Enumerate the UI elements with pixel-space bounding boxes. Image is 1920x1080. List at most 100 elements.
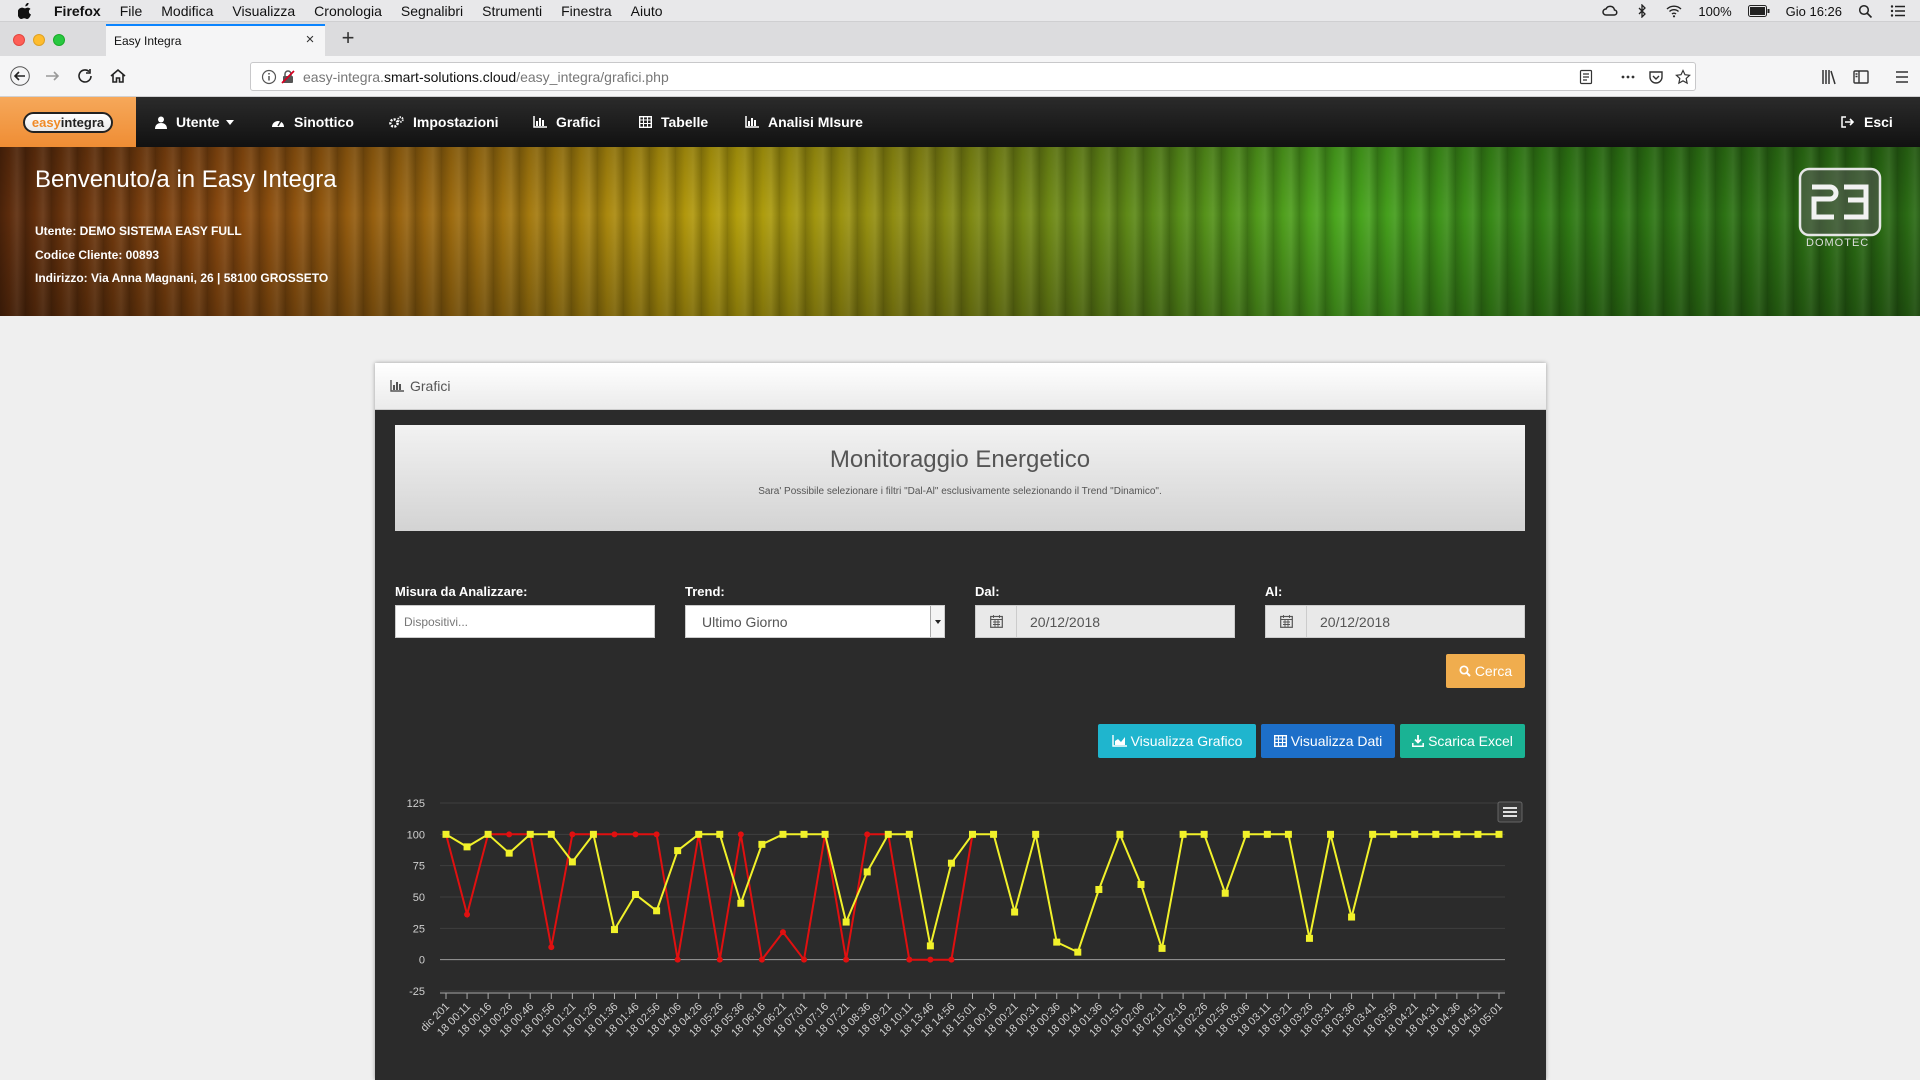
menu-visualizza[interactable]: Visualizza	[232, 3, 295, 19]
data-point[interactable]	[1095, 885, 1103, 893]
data-point[interactable]	[695, 830, 703, 838]
sidebar-toggle-icon[interactable]	[1852, 68, 1870, 86]
data-point[interactable]	[632, 831, 639, 838]
window-minimize-button[interactable]	[33, 34, 45, 46]
window-zoom-button[interactable]	[53, 34, 65, 46]
data-point[interactable]	[1305, 934, 1313, 942]
data-point[interactable]	[737, 831, 744, 838]
apple-icon[interactable]	[18, 0, 36, 22]
menu-modifica[interactable]: Modifica	[161, 3, 213, 19]
data-point[interactable]	[1053, 938, 1061, 946]
data-point[interactable]	[1137, 880, 1145, 888]
data-point[interactable]	[884, 830, 892, 838]
data-point[interactable]	[969, 830, 976, 838]
data-point[interactable]	[1074, 948, 1082, 956]
nav-sinottico[interactable]: Sinottico	[271, 97, 354, 147]
browser-tab-active[interactable]: Easy Integra ×	[106, 24, 325, 56]
data-point[interactable]	[589, 830, 597, 838]
data-point[interactable]	[568, 858, 576, 866]
data-point[interactable]	[653, 907, 661, 915]
visualizza-grafico-button[interactable]: Visualizza Grafico	[1098, 724, 1256, 758]
dal-date-input[interactable]: 20/12/2018	[975, 605, 1235, 638]
hamburger-menu-icon[interactable]	[1893, 68, 1911, 86]
data-point[interactable]	[1200, 830, 1208, 838]
data-point[interactable]	[464, 911, 471, 918]
battery-icon[interactable]	[1747, 5, 1770, 17]
nav-esci[interactable]: Esci	[1841, 97, 1893, 147]
data-point[interactable]	[1263, 830, 1271, 838]
clock[interactable]: Gio 16:26	[1786, 4, 1842, 19]
insecure-lock-icon[interactable]	[280, 69, 296, 85]
data-point[interactable]	[1011, 908, 1019, 916]
data-point[interactable]	[758, 840, 766, 848]
data-point[interactable]	[800, 830, 808, 838]
new-tab-button[interactable]: +	[336, 26, 360, 50]
data-point[interactable]	[674, 847, 682, 855]
chart-context-menu-button[interactable]	[1497, 801, 1523, 823]
tab-close-icon[interactable]: ×	[303, 32, 317, 47]
data-point[interactable]	[1453, 830, 1461, 838]
notification-center-icon[interactable]	[1890, 4, 1906, 18]
data-point[interactable]	[905, 830, 913, 838]
pocket-icon[interactable]	[1648, 69, 1664, 85]
data-point[interactable]	[863, 868, 871, 876]
back-button[interactable]	[8, 64, 32, 88]
data-point[interactable]	[610, 926, 618, 934]
reader-view-icon[interactable]	[1578, 69, 1594, 85]
trend-select[interactable]: Ultimo Giorno	[685, 605, 945, 638]
brand-logo[interactable]: easyintegra	[0, 97, 136, 147]
page-actions-icon[interactable]	[1620, 69, 1636, 85]
menu-cronologia[interactable]: Cronologia	[314, 3, 382, 19]
data-point[interactable]	[1284, 830, 1292, 838]
nav-tabelle[interactable]: Tabelle	[639, 97, 708, 147]
menu-aiuto[interactable]: Aiuto	[631, 3, 663, 19]
library-icon[interactable]	[1820, 68, 1838, 86]
data-point[interactable]	[927, 956, 934, 963]
window-close-button[interactable]	[13, 34, 25, 46]
menu-strumenti[interactable]: Strumenti	[482, 3, 542, 19]
scarica-excel-button[interactable]: Scarica Excel	[1400, 724, 1525, 758]
wifi-icon[interactable]	[1666, 4, 1682, 18]
data-point[interactable]	[1390, 830, 1398, 838]
data-point[interactable]	[801, 956, 808, 963]
al-date-input[interactable]: 20/12/2018	[1265, 605, 1525, 638]
data-point[interactable]	[611, 831, 618, 838]
data-point[interactable]	[547, 830, 555, 838]
data-point[interactable]	[1474, 830, 1482, 838]
nav-grafici[interactable]: Grafici	[533, 97, 600, 147]
data-point[interactable]	[526, 830, 534, 838]
data-point[interactable]	[1221, 889, 1229, 897]
data-point[interactable]	[948, 956, 955, 963]
forward-button[interactable]	[40, 64, 64, 88]
nav-utente[interactable]: Utente	[155, 97, 234, 147]
data-point[interactable]	[1179, 830, 1187, 838]
misura-input[interactable]: Dispositivi...	[395, 605, 655, 638]
data-point[interactable]	[548, 944, 555, 951]
data-point[interactable]	[779, 929, 786, 936]
data-point[interactable]	[716, 830, 724, 838]
data-point[interactable]	[1116, 830, 1124, 838]
data-point[interactable]	[1432, 830, 1440, 838]
data-point[interactable]	[1032, 830, 1040, 838]
data-point[interactable]	[990, 830, 998, 838]
data-point[interactable]	[737, 899, 745, 907]
data-point[interactable]	[926, 942, 934, 950]
data-point[interactable]	[1495, 830, 1503, 838]
data-point[interactable]	[1411, 830, 1419, 838]
data-point[interactable]	[674, 956, 681, 963]
data-point[interactable]	[842, 918, 850, 926]
creative-cloud-icon[interactable]	[1602, 4, 1618, 18]
address-bar[interactable]: easy-integra.smart-solutions.cloud/easy_…	[250, 62, 1696, 91]
menu-firefox[interactable]: Firefox	[54, 3, 101, 19]
menu-segnalibri[interactable]: Segnalibri	[401, 3, 463, 19]
data-point[interactable]	[484, 830, 492, 838]
menu-file[interactable]: File	[120, 3, 143, 19]
data-point[interactable]	[821, 830, 829, 838]
data-point[interactable]	[463, 843, 471, 851]
nav-impostazioni[interactable]: Impostazioni	[389, 97, 499, 147]
data-point[interactable]	[906, 956, 913, 963]
home-button[interactable]	[106, 64, 130, 88]
data-point[interactable]	[653, 831, 660, 838]
data-point[interactable]	[1158, 944, 1166, 952]
data-point[interactable]	[1327, 830, 1335, 838]
